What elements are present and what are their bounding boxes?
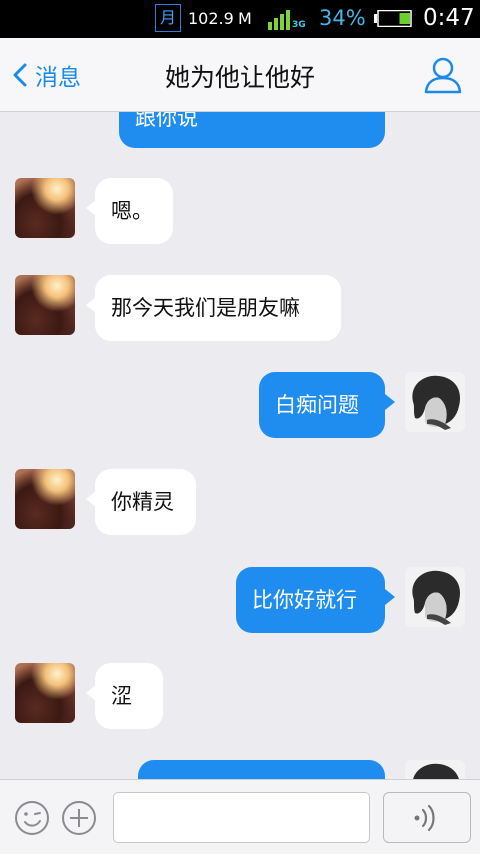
message-text: 比你好就行 (252, 588, 357, 612)
message-text: 跟你说 (135, 112, 198, 130)
avatar[interactable] (405, 567, 465, 627)
chat-area[interactable]: 跟你说 嗯。 那今天我们是朋友嘛 白痴问题 你精灵 比你好就行 涩 (0, 112, 480, 779)
person-icon[interactable] (423, 55, 463, 95)
network-type: 3G (292, 20, 306, 30)
avatar[interactable] (405, 760, 465, 779)
status-bar: 月 102.9 M 3G 34% 0:47 (0, 0, 480, 38)
avatar[interactable] (15, 663, 75, 723)
input-bar (0, 779, 480, 854)
nav-bar: 消息 她为他让他好 (0, 38, 480, 112)
avatar-portrait-icon (405, 372, 465, 432)
plus-icon[interactable] (61, 800, 97, 836)
net-speed: 102.9 (188, 9, 234, 28)
avatar[interactable] (15, 275, 75, 335)
battery-percent: 34% (319, 6, 366, 30)
moon-icon: 月 (155, 4, 181, 32)
message-bubble-in[interactable]: 那今天我们是朋友嘛 (95, 275, 341, 341)
voice-icon (414, 804, 435, 832)
back-button[interactable]: 消息 (12, 60, 81, 91)
avatar-portrait-icon (405, 760, 465, 779)
message-bubble-out[interactable] (138, 760, 385, 779)
back-label: 消息 (35, 65, 81, 91)
avatar[interactable] (405, 372, 465, 432)
message-text: 涩 (111, 684, 132, 708)
message-input[interactable] (113, 792, 370, 843)
net-speed-unit: M (238, 9, 252, 28)
message-bubble-out[interactable]: 比你好就行 (236, 567, 385, 633)
smiley-icon[interactable] (14, 800, 50, 836)
chevron-left-icon (13, 63, 27, 87)
message-text: 嗯。 (111, 199, 153, 223)
message-text: 白痴问题 (275, 393, 359, 417)
voice-button[interactable] (383, 792, 471, 843)
message-bubble-in[interactable]: 涩 (95, 663, 163, 729)
battery-icon (374, 10, 412, 27)
clock: 0:47 (423, 5, 475, 31)
avatar[interactable] (15, 469, 75, 529)
message-bubble-in[interactable]: 嗯。 (95, 178, 173, 244)
message-text: 那今天我们是朋友嘛 (111, 296, 300, 320)
message-bubble-in[interactable]: 你精灵 (95, 469, 196, 535)
avatar-portrait-icon (405, 567, 465, 627)
message-bubble-out[interactable]: 跟你说 (119, 112, 385, 148)
avatar[interactable] (15, 178, 75, 238)
message-text: 你精灵 (111, 490, 174, 514)
message-bubble-out[interactable]: 白痴问题 (259, 372, 385, 438)
